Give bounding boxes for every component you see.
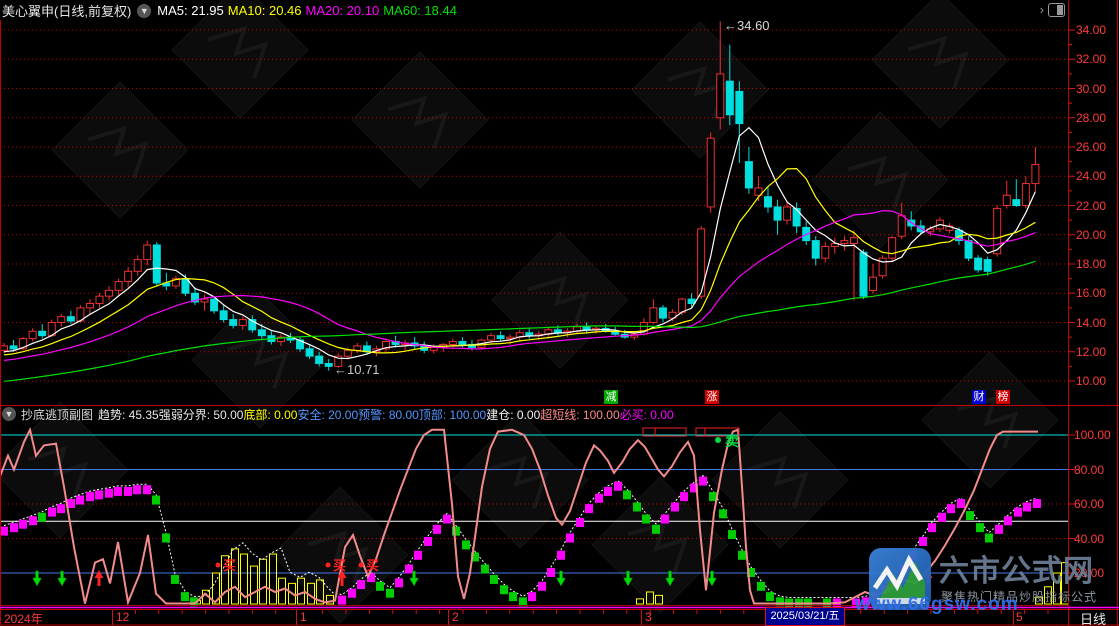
price-axis-label: 28.00	[1076, 111, 1106, 125]
indicator-param-label: 必买: 0.00	[620, 408, 674, 422]
stock-title[interactable]: 美心翼申(日线,前复权)	[2, 1, 131, 20]
indicator-param-label: 顶部: 100.00	[419, 408, 486, 422]
chevron-down-icon[interactable]: ▼	[137, 4, 151, 18]
date-axis[interactable]: 2024年 121235 2025/03/21/五 日线	[0, 607, 1119, 626]
chevron-down-icon[interactable]: ▼	[2, 407, 16, 421]
price-axis-label: 32.00	[1076, 52, 1106, 66]
price-axis-label: 34.00	[1076, 23, 1106, 37]
ma-value-label: MA5: 21.95	[157, 3, 224, 18]
indicator-param-label: 安全: 20.00	[297, 408, 358, 422]
month-label: 12	[116, 610, 129, 624]
svg-text:←34.60: ←34.60	[724, 18, 770, 33]
indicator-param-label: 强弱分界: 50.00	[159, 408, 244, 422]
market-tag-涨[interactable]: 涨	[705, 390, 719, 404]
price-axis-label: 12.00	[1076, 345, 1106, 359]
month-label: 2	[452, 610, 459, 624]
svg-text:←10.71: ←10.71	[334, 362, 380, 377]
price-axis-label: 10.00	[1076, 374, 1106, 388]
svg-text:卖: 卖	[725, 433, 739, 449]
indicator-param-label: 趋势: 45.35	[98, 408, 159, 422]
oscillator-axis-label: 100.00	[1074, 428, 1111, 442]
sub-indicator-params: 趋势: 45.35强弱分界: 50.00底部: 0.00安全: 20.00预警:…	[98, 406, 674, 423]
svg-text:买: 买	[366, 558, 379, 573]
year-label: 2024年	[4, 610, 43, 626]
sub-indicator-header: ▼ 抄底逃顶副图 趋势: 45.35强弱分界: 50.00底部: 0.00安全:…	[2, 406, 674, 422]
indicator-param-label: 超短线: 100.00	[540, 408, 619, 422]
svg-text:买: 买	[223, 558, 236, 573]
price-axis-label: 14.00	[1076, 316, 1106, 330]
indicator-param-label: 底部: 0.00	[243, 408, 297, 422]
oscillator-axis-label: 40.00	[1074, 532, 1104, 546]
month-label: 1	[300, 610, 307, 624]
oscillator-axis-label: 80.00	[1074, 463, 1104, 477]
selected-date-box: 2025/03/21/五	[765, 607, 845, 626]
ma-value-label: MA20: 20.10	[306, 3, 380, 18]
price-axis-label: 20.00	[1076, 228, 1106, 242]
ma-value-label: MA10: 20.46	[228, 3, 302, 18]
indicator-param-label: 预警: 80.00	[358, 408, 419, 422]
price-axis-label: 24.00	[1076, 169, 1106, 183]
price-axis-label: 18.00	[1076, 257, 1106, 271]
main-chart-header: 美心翼申(日线,前复权) ▼ MA5: 21.95 MA10: 20.46 MA20…	[2, 2, 461, 19]
chart-canvas[interactable]: ←34.60 ←10.71 买 买 买 卖	[0, 0, 1119, 626]
chevron-right-icon[interactable]: ›	[1040, 2, 1044, 17]
stock-app-window: ←34.60 ←10.71 买 买 买 卖 美心翼申(日线,前复权) ▼ MA5: 21.…	[0, 0, 1119, 626]
oscillator-axis-label: 60.00	[1074, 497, 1104, 511]
market-tag-减[interactable]: 减	[604, 390, 618, 404]
price-axis-label: 30.00	[1076, 82, 1106, 96]
top-right-controls: ›	[1040, 2, 1065, 17]
sub-indicator-title[interactable]: 抄底逃顶副图	[21, 406, 93, 423]
month-label: 5	[1016, 610, 1023, 624]
svg-text:买: 买	[333, 558, 346, 573]
ma-values-row: MA5: 21.95 MA10: 20.46 MA20: 20.10MA60: 18…	[157, 3, 461, 18]
price-axis-label: 22.00	[1076, 199, 1106, 213]
price-axis-label: 26.00	[1076, 140, 1106, 154]
market-tag-财[interactable]: 财	[972, 390, 986, 404]
period-label[interactable]: 日线	[1080, 609, 1106, 626]
market-tag-榜[interactable]: 榜	[996, 390, 1010, 404]
oscillator-axis-label: 20.00	[1074, 566, 1104, 580]
ma-value-label: MA60: 18.44	[383, 3, 457, 18]
indicator-param-label: 建仓: 0.00	[486, 408, 540, 422]
panel-layout-icon[interactable]	[1048, 3, 1065, 17]
month-label: 3	[645, 610, 652, 624]
price-axis-label: 16.00	[1076, 286, 1106, 300]
